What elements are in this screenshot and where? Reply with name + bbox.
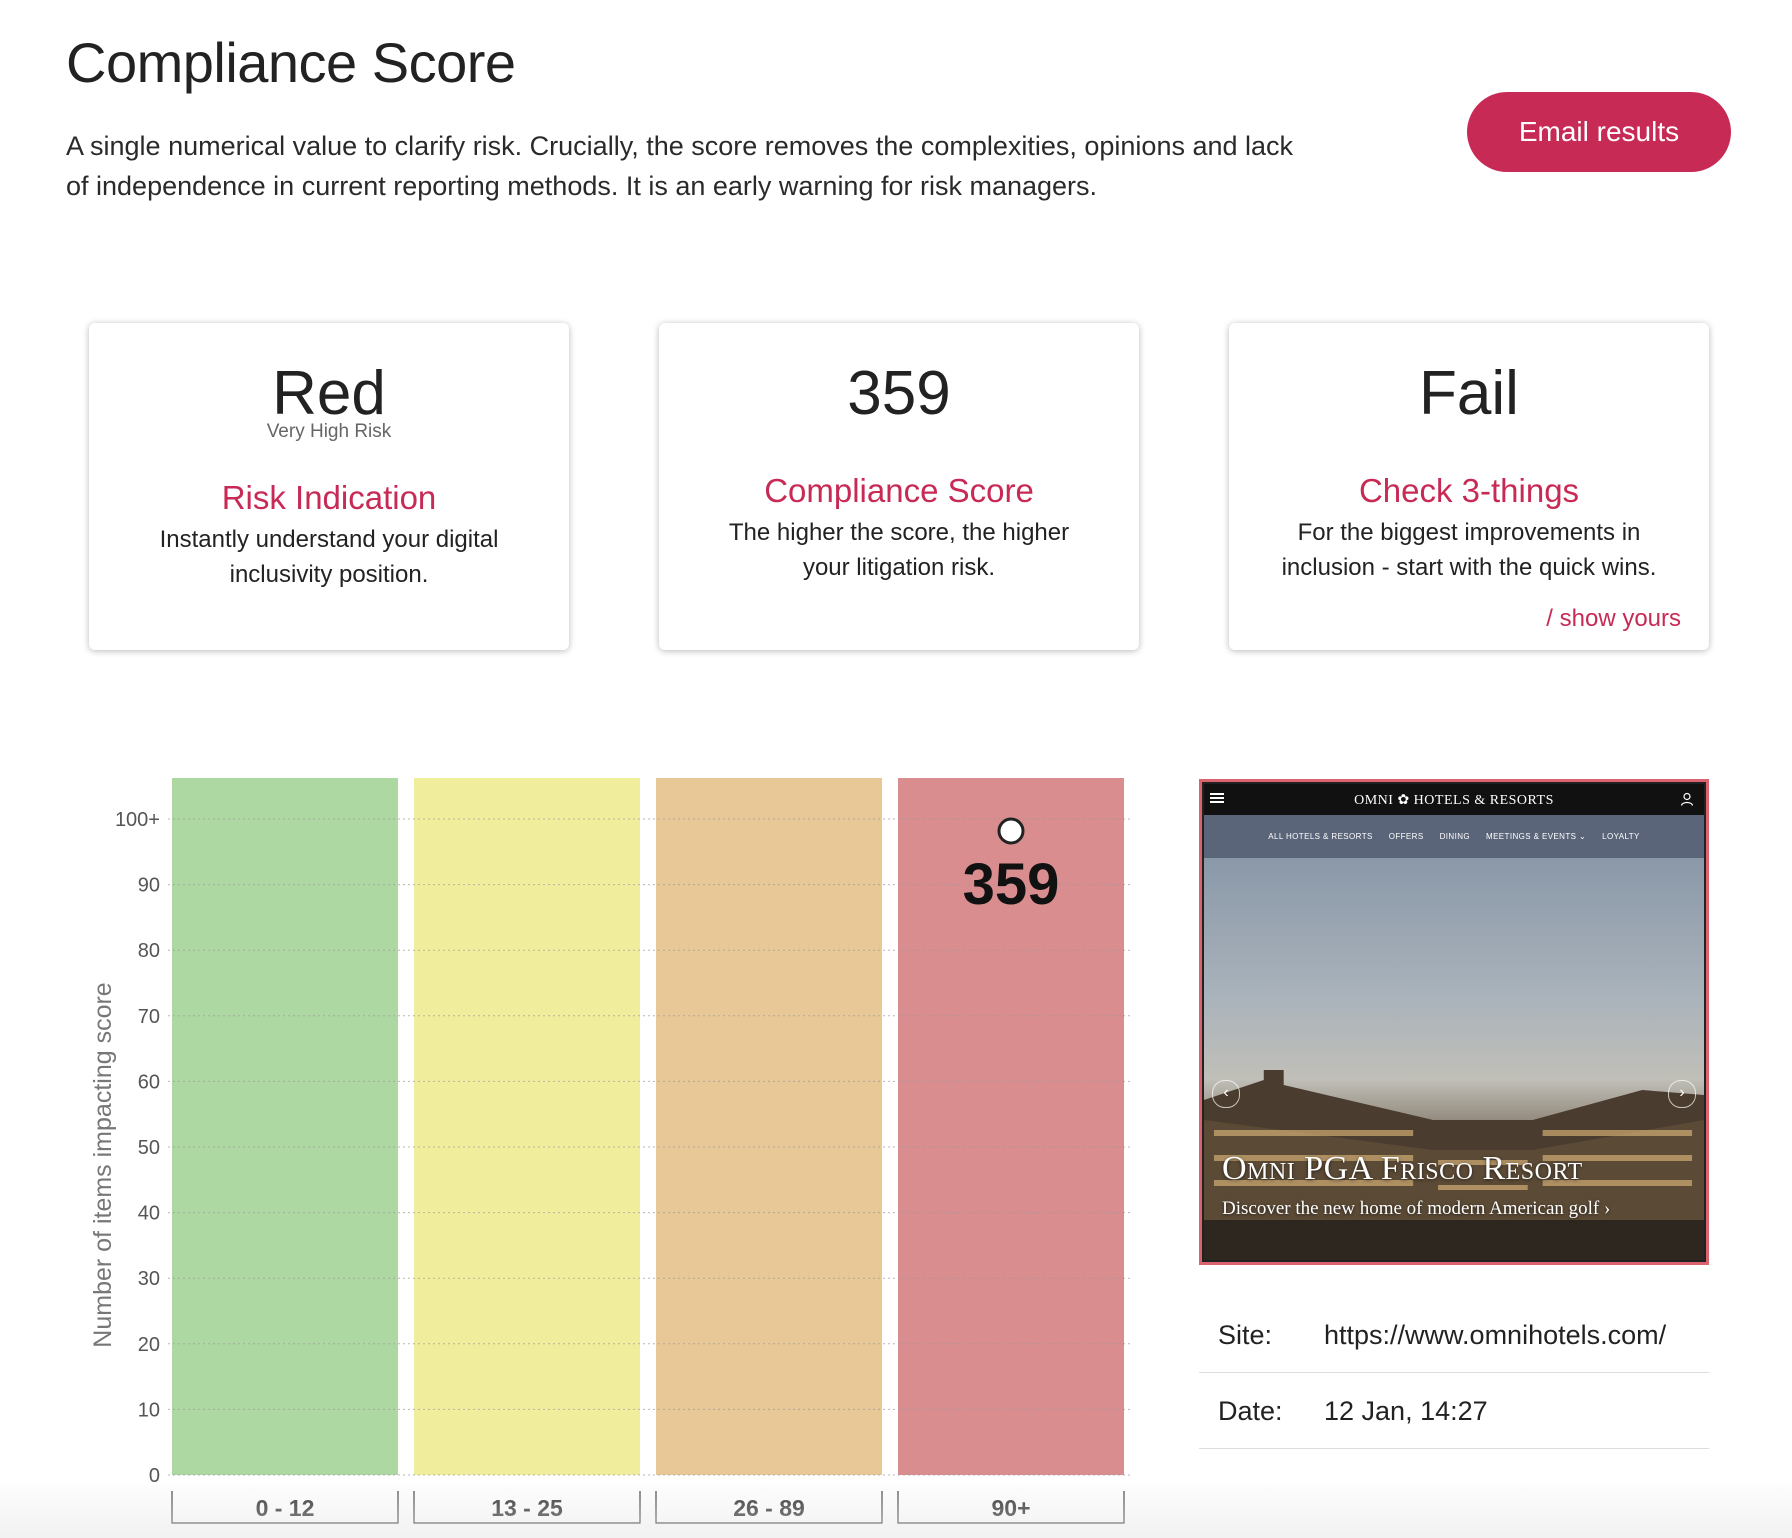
chart-y-tick-label: 10 <box>138 1399 160 1421</box>
chart-band-3 <box>656 778 882 1475</box>
screenshot-hero-image: ‹ › Omni PGA Frisco Resort Discover the … <box>1204 858 1704 1260</box>
carousel-next-icon[interactable]: › <box>1668 1080 1696 1108</box>
chart-x-tick-label: 26 - 89 <box>733 1495 805 1521</box>
show-yours-link[interactable]: / show yours <box>1546 605 1681 633</box>
chart-y-tick-label: 50 <box>138 1137 160 1159</box>
risk-indication-title: Risk Indication <box>221 479 437 516</box>
date-row: Date: 12 Jan, 14:27 <box>1199 1372 1709 1449</box>
risk-indication-desc: Instantly understand your digital inclus… <box>159 526 499 588</box>
check-three-things-desc: For the biggest improvements in inclusio… <box>1281 519 1657 581</box>
screenshot-nav-item: MEETINGS & EVENTS ⌄ <box>1486 832 1587 841</box>
site-url: https://www.omnihotels.com/ <box>1324 1320 1667 1350</box>
chart-y-tick-label: 60 <box>138 1071 160 1093</box>
carousel-prev-icon[interactable]: ‹ <box>1212 1080 1240 1108</box>
screenshot-nav-item: DINING <box>1439 832 1470 841</box>
compliance-score-title: Compliance Score <box>764 472 1034 509</box>
chart-y-tick-label: 90 <box>138 875 160 897</box>
chart-y-tick-label: 0 <box>149 1465 160 1487</box>
screenshot-hero-title: Omni PGA Frisco Resort <box>1222 1150 1583 1187</box>
date-value: 12 Jan, 14:27 <box>1324 1396 1488 1426</box>
compliance-score-desc: The higher the score, the higher your li… <box>728 519 1070 581</box>
site-row: Site: https://www.omnihotels.com/ <box>1199 1296 1709 1373</box>
page-title: Compliance Score <box>66 31 516 94</box>
chart-band-1 <box>172 778 398 1475</box>
risk-indication-card: Red Very High Risk Risk Indication Insta… <box>89 323 569 650</box>
compliance-score-card: 359 Compliance Score The higher the scor… <box>659 323 1139 650</box>
chart-y-tick-label: 30 <box>138 1268 160 1290</box>
risk-level-sub: Very High Risk <box>266 421 392 442</box>
date-label: Date: <box>1218 1396 1283 1426</box>
chart-y-tick-label: 40 <box>138 1203 160 1225</box>
screenshot-nav-item: LOYALTY <box>1602 832 1640 841</box>
chart-y-tick-label: 20 <box>138 1334 160 1356</box>
site-label: Site: <box>1218 1320 1273 1350</box>
intro-text: A single numerical value to clarify risk… <box>66 131 1294 201</box>
screenshot-header: OMNI ✿ HOTELS & RESORTS <box>1204 784 1704 815</box>
risk-level-value: Red <box>272 359 386 428</box>
screenshot-nav-item: ALL HOTELS & RESORTS <box>1268 832 1373 841</box>
chart-y-tick-label: 80 <box>138 940 160 962</box>
check-three-things-card: Fail Check 3-things For the biggest impr… <box>1229 323 1709 650</box>
check-three-things-title: Check 3-things <box>1358 472 1580 509</box>
screenshot-brand: OMNI ✿ HOTELS & RESORTS <box>1354 793 1554 808</box>
chart-x-tick-label: 90+ <box>991 1495 1030 1521</box>
site-screenshot: OMNI ✿ HOTELS & RESORTS ALL HOTELS & RES… <box>1199 779 1709 1265</box>
chart-band-2 <box>414 778 640 1475</box>
score-chart-svg: 0 10 20 30 40 50 60 70 80 90 100+ Number of items i… <box>89 778 1130 1524</box>
email-results-button[interactable]: Email results <box>1467 92 1731 172</box>
user-icon <box>1680 792 1694 806</box>
chart-y-tick-label: 70 <box>138 1006 160 1028</box>
screenshot-hero-subtitle: Discover the new home of modern American… <box>1222 1198 1611 1219</box>
screenshot-nav-item: OFFERS <box>1388 832 1424 841</box>
chart-x-tick-label: 0 - 12 <box>256 1495 315 1521</box>
pass-fail-value: Fail <box>1419 359 1519 428</box>
chart-y-axis-label: Number of items impacting score <box>89 982 117 1347</box>
chart-y-tick-label: 100+ <box>115 809 160 831</box>
score-marker <box>997 817 1025 845</box>
score-marker-label: 359 <box>963 852 1060 917</box>
screenshot-nav: ALL HOTELS & RESORTS OFFERS DINING MEETI… <box>1204 815 1704 858</box>
compliance-score-value: 359 <box>847 359 951 428</box>
score-chart: 0 10 20 30 40 50 60 70 80 90 100+ Number of items i… <box>0 760 1160 1538</box>
chart-x-tick-label: 13 - 25 <box>491 1495 563 1521</box>
